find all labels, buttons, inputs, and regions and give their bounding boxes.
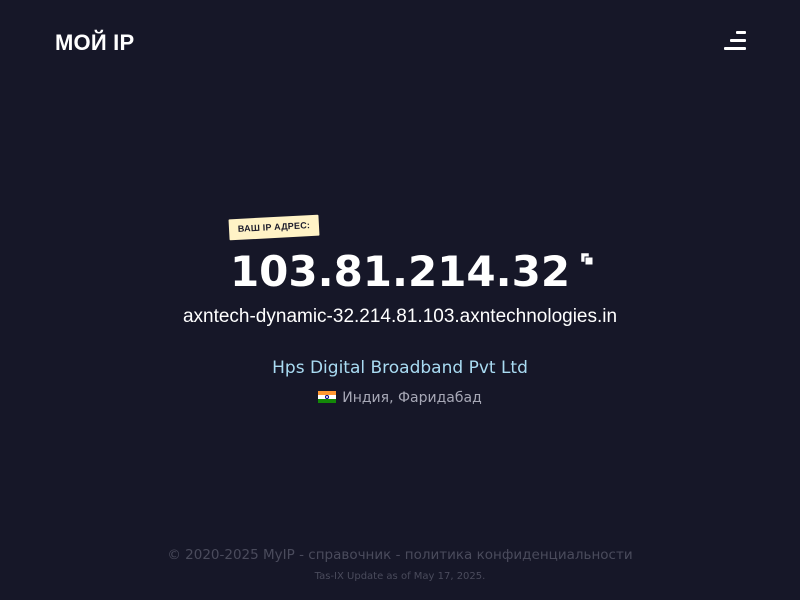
isp-name: Hps Digital Broadband Pvt Ltd	[272, 358, 528, 378]
menu-line	[730, 39, 746, 42]
location-text: Индия, Фаридабад	[342, 390, 482, 406]
copy-icon[interactable]	[580, 252, 594, 266]
hamburger-menu-icon[interactable]	[722, 30, 746, 52]
copyright-text: © 2020-2025 MyIP	[167, 547, 295, 563]
reference-link[interactable]: справочник	[308, 547, 391, 563]
location: Индия, Фаридабад	[0, 388, 800, 408]
hostname: axntech-dynamic-32.214.81.103.axntechnol…	[182, 306, 618, 327]
menu-line	[736, 31, 746, 34]
footer-separator: -	[294, 547, 309, 563]
india-flag-icon	[318, 391, 337, 403]
ip-address[interactable]: 103.81.214.32	[0, 244, 800, 300]
footer: © 2020-2025 MyIP - справочник - политика…	[0, 545, 800, 565]
site-logo[interactable]: МОЙ IP	[55, 30, 134, 56]
privacy-policy-link[interactable]: политика конфиденциальности	[405, 547, 633, 563]
ip-label-badge: ВАШ IP АДРЕС:	[228, 214, 320, 241]
menu-line	[724, 47, 746, 50]
tasix-update-note: Tas-IX Update as of May 17, 2025.	[314, 571, 486, 582]
footer-separator: -	[391, 547, 405, 563]
